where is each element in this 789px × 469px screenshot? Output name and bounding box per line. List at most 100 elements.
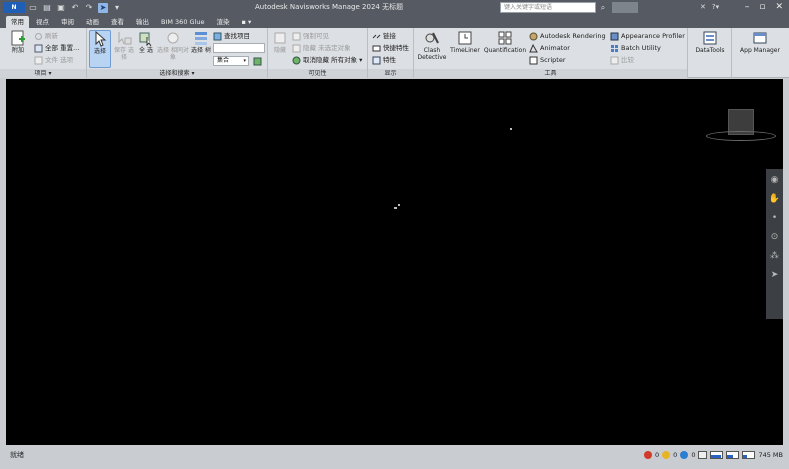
panel-label-select-search[interactable]: 选择和搜索 ▾ bbox=[87, 69, 267, 78]
hide-icon bbox=[272, 30, 288, 46]
web-server-progress-bar bbox=[742, 451, 756, 459]
refresh-button[interactable]: 刷新 bbox=[34, 31, 58, 41]
require-button[interactable]: 强制可见 bbox=[292, 31, 329, 41]
panel-label-tools: 工具 bbox=[414, 69, 687, 78]
select-all-icon bbox=[138, 30, 154, 47]
quick-properties-button[interactable]: 快捷特性 bbox=[372, 43, 409, 53]
tab-home[interactable]: 常用 bbox=[6, 16, 29, 28]
status-indicators: 0 0 0 745 MB bbox=[644, 449, 783, 461]
orbit-icon[interactable]: ⊙ bbox=[771, 232, 779, 242]
scene-point bbox=[510, 128, 512, 130]
search-input[interactable]: 键入关键字或短语 bbox=[500, 2, 596, 13]
tab-extra[interactable]: ▪ ▾ bbox=[237, 16, 257, 28]
customize-icon[interactable]: ▾ bbox=[112, 3, 122, 13]
appearance-profiler-button[interactable]: Appearance Profiler bbox=[610, 31, 685, 41]
window-title: Autodesk Navisworks Manage 2024 无标题 bbox=[255, 3, 404, 11]
new-icon[interactable]: ▭ bbox=[28, 3, 38, 13]
sheet-browser-icon[interactable] bbox=[698, 451, 708, 459]
batch-utility-icon bbox=[610, 44, 619, 53]
minimize-icon[interactable]: – bbox=[745, 1, 750, 14]
animator-icon bbox=[529, 43, 538, 53]
steering-wheel-icon[interactable]: ◉ bbox=[771, 175, 779, 185]
search-icon[interactable]: ⌕ bbox=[598, 2, 608, 13]
panel-visibility: 隐藏 强制可见 隐藏 未选定对象 取消隐藏 所有对象 ▾ 可见性 bbox=[268, 28, 368, 78]
scene-point bbox=[398, 204, 400, 206]
open-icon[interactable]: ▤ bbox=[42, 3, 52, 13]
select-icon[interactable]: ➤ bbox=[771, 270, 779, 280]
sign-in-button[interactable] bbox=[612, 2, 638, 13]
batch-utility-button[interactable]: Batch Utility bbox=[610, 43, 661, 53]
exchange-icon[interactable]: ✕ bbox=[700, 2, 706, 13]
timeliner-button[interactable]: TimeLiner bbox=[448, 30, 482, 54]
autodesk-rendering-button[interactable]: Autodesk Rendering bbox=[529, 31, 606, 41]
links-button[interactable]: 链接 bbox=[372, 31, 396, 41]
selection-tree-icon bbox=[193, 30, 209, 46]
quick-find-input[interactable] bbox=[213, 43, 265, 53]
file-options-button[interactable]: 文件 选项 bbox=[34, 55, 73, 65]
close-icon[interactable]: ✕ bbox=[775, 1, 783, 14]
append-icon bbox=[10, 30, 26, 46]
find-items-button[interactable]: 查找项目 bbox=[213, 31, 250, 41]
clash-detective-button[interactable]: Clash Detective bbox=[416, 30, 448, 61]
hide-unselected-icon bbox=[292, 44, 301, 53]
zoom-icon[interactable]: • bbox=[772, 213, 777, 223]
tab-review[interactable]: 审阅 bbox=[56, 16, 79, 28]
scene-viewport[interactable]: ◉ ✋ • ⊙ ⁂ ➤ bbox=[6, 79, 783, 445]
tab-output[interactable]: 输出 bbox=[131, 16, 154, 28]
tab-viewpoint[interactable]: 视点 bbox=[31, 16, 54, 28]
manage-sets-button[interactable] bbox=[253, 56, 262, 66]
select-same-button[interactable]: 选择 相同对象 bbox=[157, 30, 189, 61]
help-icon[interactable]: ?▾ bbox=[712, 2, 719, 13]
memory-usage: 745 MB bbox=[758, 451, 783, 459]
tab-view[interactable]: 查看 bbox=[106, 16, 129, 28]
unhide-all-button[interactable]: 取消隐藏 所有对象 ▾ bbox=[292, 55, 362, 65]
reset-all-button[interactable]: 全部 重置... bbox=[34, 43, 79, 53]
undo-icon[interactable]: ↶ bbox=[70, 3, 80, 13]
rendering-icon bbox=[529, 32, 538, 41]
animator-button[interactable]: Animator bbox=[529, 43, 570, 53]
select-button[interactable]: 选择 bbox=[89, 30, 111, 68]
compare-button[interactable]: 比较 bbox=[610, 55, 634, 65]
select-cursor-icon[interactable]: ➤ bbox=[98, 2, 108, 13]
reset-icon bbox=[34, 44, 43, 53]
ribbon: 附加 刷新 全部 重置... 文件 选项 项目 ▾ 选择 保存 选择 全 选 选… bbox=[0, 28, 789, 78]
append-button[interactable]: 附加 bbox=[6, 30, 30, 54]
maximize-icon[interactable]: ▫ bbox=[759, 1, 765, 14]
save-selection-icon bbox=[116, 30, 132, 46]
panel-label-project[interactable]: 项目 ▾ bbox=[0, 69, 86, 78]
save-icon[interactable]: ▣ bbox=[56, 3, 66, 13]
app-menu-button[interactable]: N bbox=[3, 2, 25, 13]
app-manager-button[interactable]: App Manager bbox=[734, 30, 786, 54]
hide-unselected-button[interactable]: 隐藏 未选定对象 bbox=[292, 43, 351, 53]
properties-button[interactable]: 特性 bbox=[372, 55, 396, 65]
scene-point bbox=[394, 207, 397, 209]
panel-project: 附加 刷新 全部 重置... 文件 选项 项目 ▾ bbox=[0, 28, 87, 78]
app-manager-icon bbox=[752, 30, 768, 46]
appearance-profiler-icon bbox=[610, 32, 619, 41]
pan-icon[interactable]: ✋ bbox=[769, 194, 780, 204]
tab-animation[interactable]: 动画 bbox=[81, 16, 104, 28]
selection-tree-button[interactable]: 选择 树 bbox=[191, 30, 211, 54]
look-icon[interactable]: ⁂ bbox=[770, 251, 779, 261]
quantification-button[interactable]: Quantification bbox=[482, 30, 528, 54]
quick-access-toolbar: ▭ ▤ ▣ ↶ ↷ ➤ ▾ bbox=[28, 2, 122, 13]
error-icon[interactable] bbox=[644, 451, 653, 459]
info-icon[interactable] bbox=[680, 451, 689, 459]
select-all-button[interactable]: 全 选 bbox=[137, 30, 155, 54]
datatools-icon bbox=[702, 30, 718, 46]
tab-render[interactable]: 渲染 bbox=[212, 16, 235, 28]
tab-bim360-glue[interactable]: BIM 360 Glue bbox=[156, 16, 210, 28]
datatools-button[interactable]: DataTools bbox=[690, 30, 730, 54]
ribbon-tabs: 常用 视点 审阅 动画 查看 输出 BIM 360 Glue 渲染 ▪ ▾ bbox=[0, 15, 789, 28]
redo-icon[interactable]: ↷ bbox=[84, 3, 94, 13]
save-selection-button[interactable]: 保存 选择 bbox=[113, 30, 135, 61]
panel-select-search: 选择 保存 选择 全 选 选择 相同对象 选择 树 查找项目 集合 ▾ 选择和搜… bbox=[87, 28, 268, 78]
sets-dropdown[interactable]: 集合 ▾ bbox=[213, 56, 249, 66]
hide-button[interactable]: 隐藏 bbox=[270, 30, 290, 54]
panel-label-visibility: 可见性 bbox=[268, 69, 367, 78]
warning-icon[interactable] bbox=[662, 451, 671, 459]
viewcube-compass[interactable] bbox=[706, 131, 776, 141]
status-bar: 就绪 0 0 0 745 MB bbox=[0, 445, 789, 469]
scripter-button[interactable]: Scripter bbox=[529, 55, 566, 65]
append-label: 附加 bbox=[11, 47, 24, 54]
